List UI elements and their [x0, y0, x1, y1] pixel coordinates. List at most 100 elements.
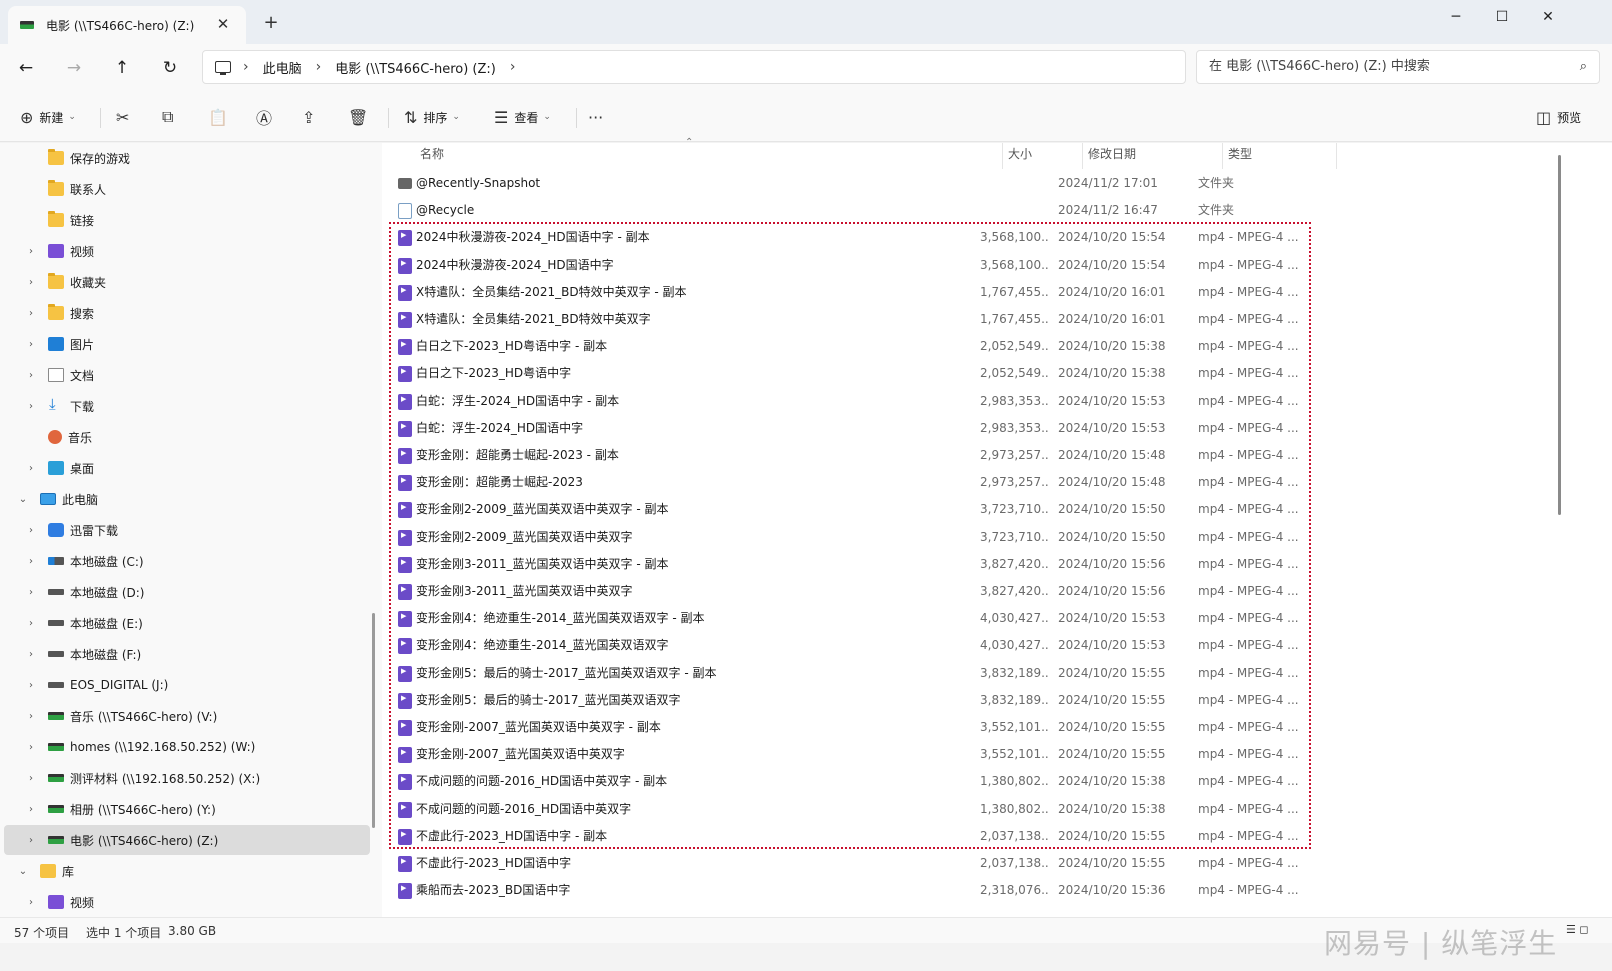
nav-scrollbar[interactable] [372, 613, 375, 828]
sidebar-item[interactable]: › homes (\\192.168.50.252) (W:) [4, 732, 370, 762]
breadcrumb[interactable]: › 此电脑 › 电影 (\\TS466C-hero) (Z:) › [202, 50, 1186, 84]
rename-button[interactable]: Ⓐ [256, 102, 278, 132]
column-divider[interactable] [1082, 143, 1083, 169]
new-button[interactable]: ⊕ 新建 ⌄ [20, 102, 76, 132]
sidebar-item[interactable]: 链接 [4, 205, 370, 235]
sort-button[interactable]: ⇅ 排序 ⌄ [404, 102, 460, 132]
chevron-right-icon[interactable]: › [24, 556, 38, 567]
sidebar-item[interactable]: › 视频 [4, 236, 370, 266]
search-input[interactable]: 在 电影 (\\TS466C-hero) (Z:) 中搜索 ⌕ [1196, 50, 1600, 84]
sidebar-item-label: 此电脑 [62, 492, 99, 507]
sidebar-item[interactable]: › 下载 [4, 391, 370, 421]
chevron-down-icon[interactable]: ⌄ [16, 494, 30, 505]
chevron-right-icon[interactable]: › [24, 711, 38, 722]
share-button[interactable]: ⇪ [302, 102, 321, 132]
column-divider[interactable] [1002, 143, 1003, 169]
sidebar-item[interactable]: 保存的游戏 [4, 143, 370, 173]
sidebar-item[interactable]: › 收藏夹 [4, 267, 370, 297]
sidebar-item[interactable]: 音乐 [4, 422, 370, 452]
chevron-right-icon[interactable]: › [316, 59, 322, 75]
drive-c-icon [48, 557, 64, 565]
chevron-right-icon[interactable]: › [24, 246, 38, 257]
paste-button[interactable]: 📋 [208, 102, 234, 132]
crumb-movies-drive[interactable]: 电影 (\\TS466C-hero) (Z:) [335, 58, 496, 77]
sidebar-item[interactable]: › 本地磁盘 (E:) [4, 608, 370, 638]
chevron-down-icon[interactable]: ⌄ [16, 866, 30, 877]
sidebar-item[interactable]: › EOS_DIGITAL (J:) [4, 670, 370, 700]
file-row[interactable]: @Recently-Snapshot 2024/11/2 17:01 文件夹 [392, 170, 1308, 197]
sidebar-item[interactable]: › 图片 [4, 329, 370, 359]
column-divider[interactable] [1222, 143, 1223, 169]
close-window-button[interactable]: ✕ [1526, 4, 1570, 30]
maximize-button[interactable]: ☐ [1480, 4, 1524, 30]
sidebar-item[interactable]: › 桌面 [4, 453, 370, 483]
sidebar-item[interactable]: › 文档 [4, 360, 370, 390]
sort-icon: ⇅ [404, 107, 418, 127]
column-header-type[interactable]: 类型 [1228, 143, 1252, 173]
sidebar-item[interactable]: 联系人 [4, 174, 370, 204]
cut-button[interactable]: ✂ [116, 102, 135, 132]
tiles-view-icon[interactable]: ◻ [1579, 923, 1588, 936]
chevron-right-icon[interactable]: › [24, 339, 38, 350]
chevron-right-icon[interactable]: › [24, 773, 38, 784]
up-button[interactable]: ↑ [108, 54, 136, 82]
column-header-date[interactable]: 修改日期 [1088, 143, 1136, 173]
chevron-right-icon[interactable]: › [24, 401, 38, 412]
minimize-button[interactable]: ─ [1434, 4, 1478, 30]
sidebar-item[interactable]: › 测评材料 (\\192.168.50.252) (X:) [4, 763, 370, 793]
sidebar-item[interactable]: › 本地磁盘 (C:) [4, 546, 370, 576]
sidebar-item[interactable]: › 视频 [4, 887, 370, 917]
new-tab-button[interactable]: + [260, 12, 282, 34]
chevron-right-icon[interactable]: › [510, 59, 516, 75]
file-row[interactable]: @Recycle 2024/11/2 16:47 文件夹 [392, 197, 1308, 224]
chevron-right-icon[interactable]: › [243, 59, 249, 75]
chevron-right-icon[interactable]: › [24, 618, 38, 629]
sidebar-item[interactable]: › 迅雷下载 [4, 515, 370, 545]
tab-movies[interactable]: 电影 (\\TS466C-hero) (Z:) ✕ [8, 6, 246, 44]
view-button[interactable]: ☰ 查看 ⌄ [494, 102, 551, 132]
sidebar-item-label: EOS_DIGITAL (J:) [70, 678, 169, 692]
sidebar-item[interactable]: › 搜索 [4, 298, 370, 328]
search-icon[interactable]: ⌕ [1580, 51, 1587, 83]
desktop-icon [48, 461, 64, 475]
chevron-right-icon[interactable]: › [24, 463, 38, 474]
more-options-button[interactable]: ··· [588, 102, 609, 132]
column-header-size[interactable]: 大小 [1008, 143, 1032, 173]
chevron-right-icon[interactable]: › [24, 835, 38, 846]
copy-button[interactable]: ⧉ [162, 102, 179, 132]
preview-label: 预览 [1557, 110, 1582, 125]
column-header-name[interactable]: 名称 [420, 143, 444, 173]
network-drive-icon [20, 21, 34, 29]
delete-button[interactable]: 🗑 [348, 102, 374, 132]
chevron-right-icon[interactable]: › [24, 680, 38, 691]
chevron-right-icon[interactable]: › [24, 897, 38, 908]
chevron-right-icon[interactable]: › [24, 308, 38, 319]
divider [576, 108, 577, 128]
file-row[interactable]: 乘船而去-2023_BD国语中字 2,318,076... 2024/10/20 1… [392, 877, 1308, 904]
chevron-right-icon[interactable]: › [24, 804, 38, 815]
chevron-right-icon[interactable]: › [24, 587, 38, 598]
refresh-button[interactable]: ↻ [156, 54, 184, 82]
chevron-right-icon[interactable]: › [24, 525, 38, 536]
chevron-right-icon[interactable]: › [24, 277, 38, 288]
sidebar-item[interactable]: ⌄ 库 [4, 856, 370, 886]
tab-close-icon[interactable]: ✕ [214, 15, 232, 33]
details-view-icon[interactable]: ☰ [1566, 923, 1576, 936]
sidebar-item[interactable]: ⌄ 此电脑 [4, 484, 370, 514]
crumb-this-pc[interactable]: 此电脑 [263, 58, 302, 77]
sidebar-item[interactable]: › 电影 (\\TS466C-hero) (Z:) [4, 825, 370, 855]
back-button[interactable]: ← [12, 54, 40, 82]
sidebar-item[interactable]: › 音乐 (\\TS466C-hero) (V:) [4, 701, 370, 731]
file-date: 2024/10/20 15:55 [1058, 856, 1166, 870]
column-divider[interactable] [1336, 143, 1337, 169]
sidebar-item[interactable]: › 本地磁盘 (D:) [4, 577, 370, 607]
preview-pane-button[interactable]: ◫ 预览 [1536, 102, 1581, 132]
file-row[interactable]: 不虚此行-2023_HD国语中字 2,037,138... 2024/10/20 1… [392, 850, 1308, 877]
forward-button[interactable]: → [60, 54, 88, 82]
chevron-right-icon[interactable]: › [24, 649, 38, 660]
chevron-right-icon[interactable]: › [24, 742, 38, 753]
chevron-right-icon[interactable]: › [24, 370, 38, 381]
content-scrollbar[interactable] [1558, 155, 1561, 515]
sidebar-item[interactable]: › 相册 (\\TS466C-hero) (Y:) [4, 794, 370, 824]
sidebar-item[interactable]: › 本地磁盘 (F:) [4, 639, 370, 669]
